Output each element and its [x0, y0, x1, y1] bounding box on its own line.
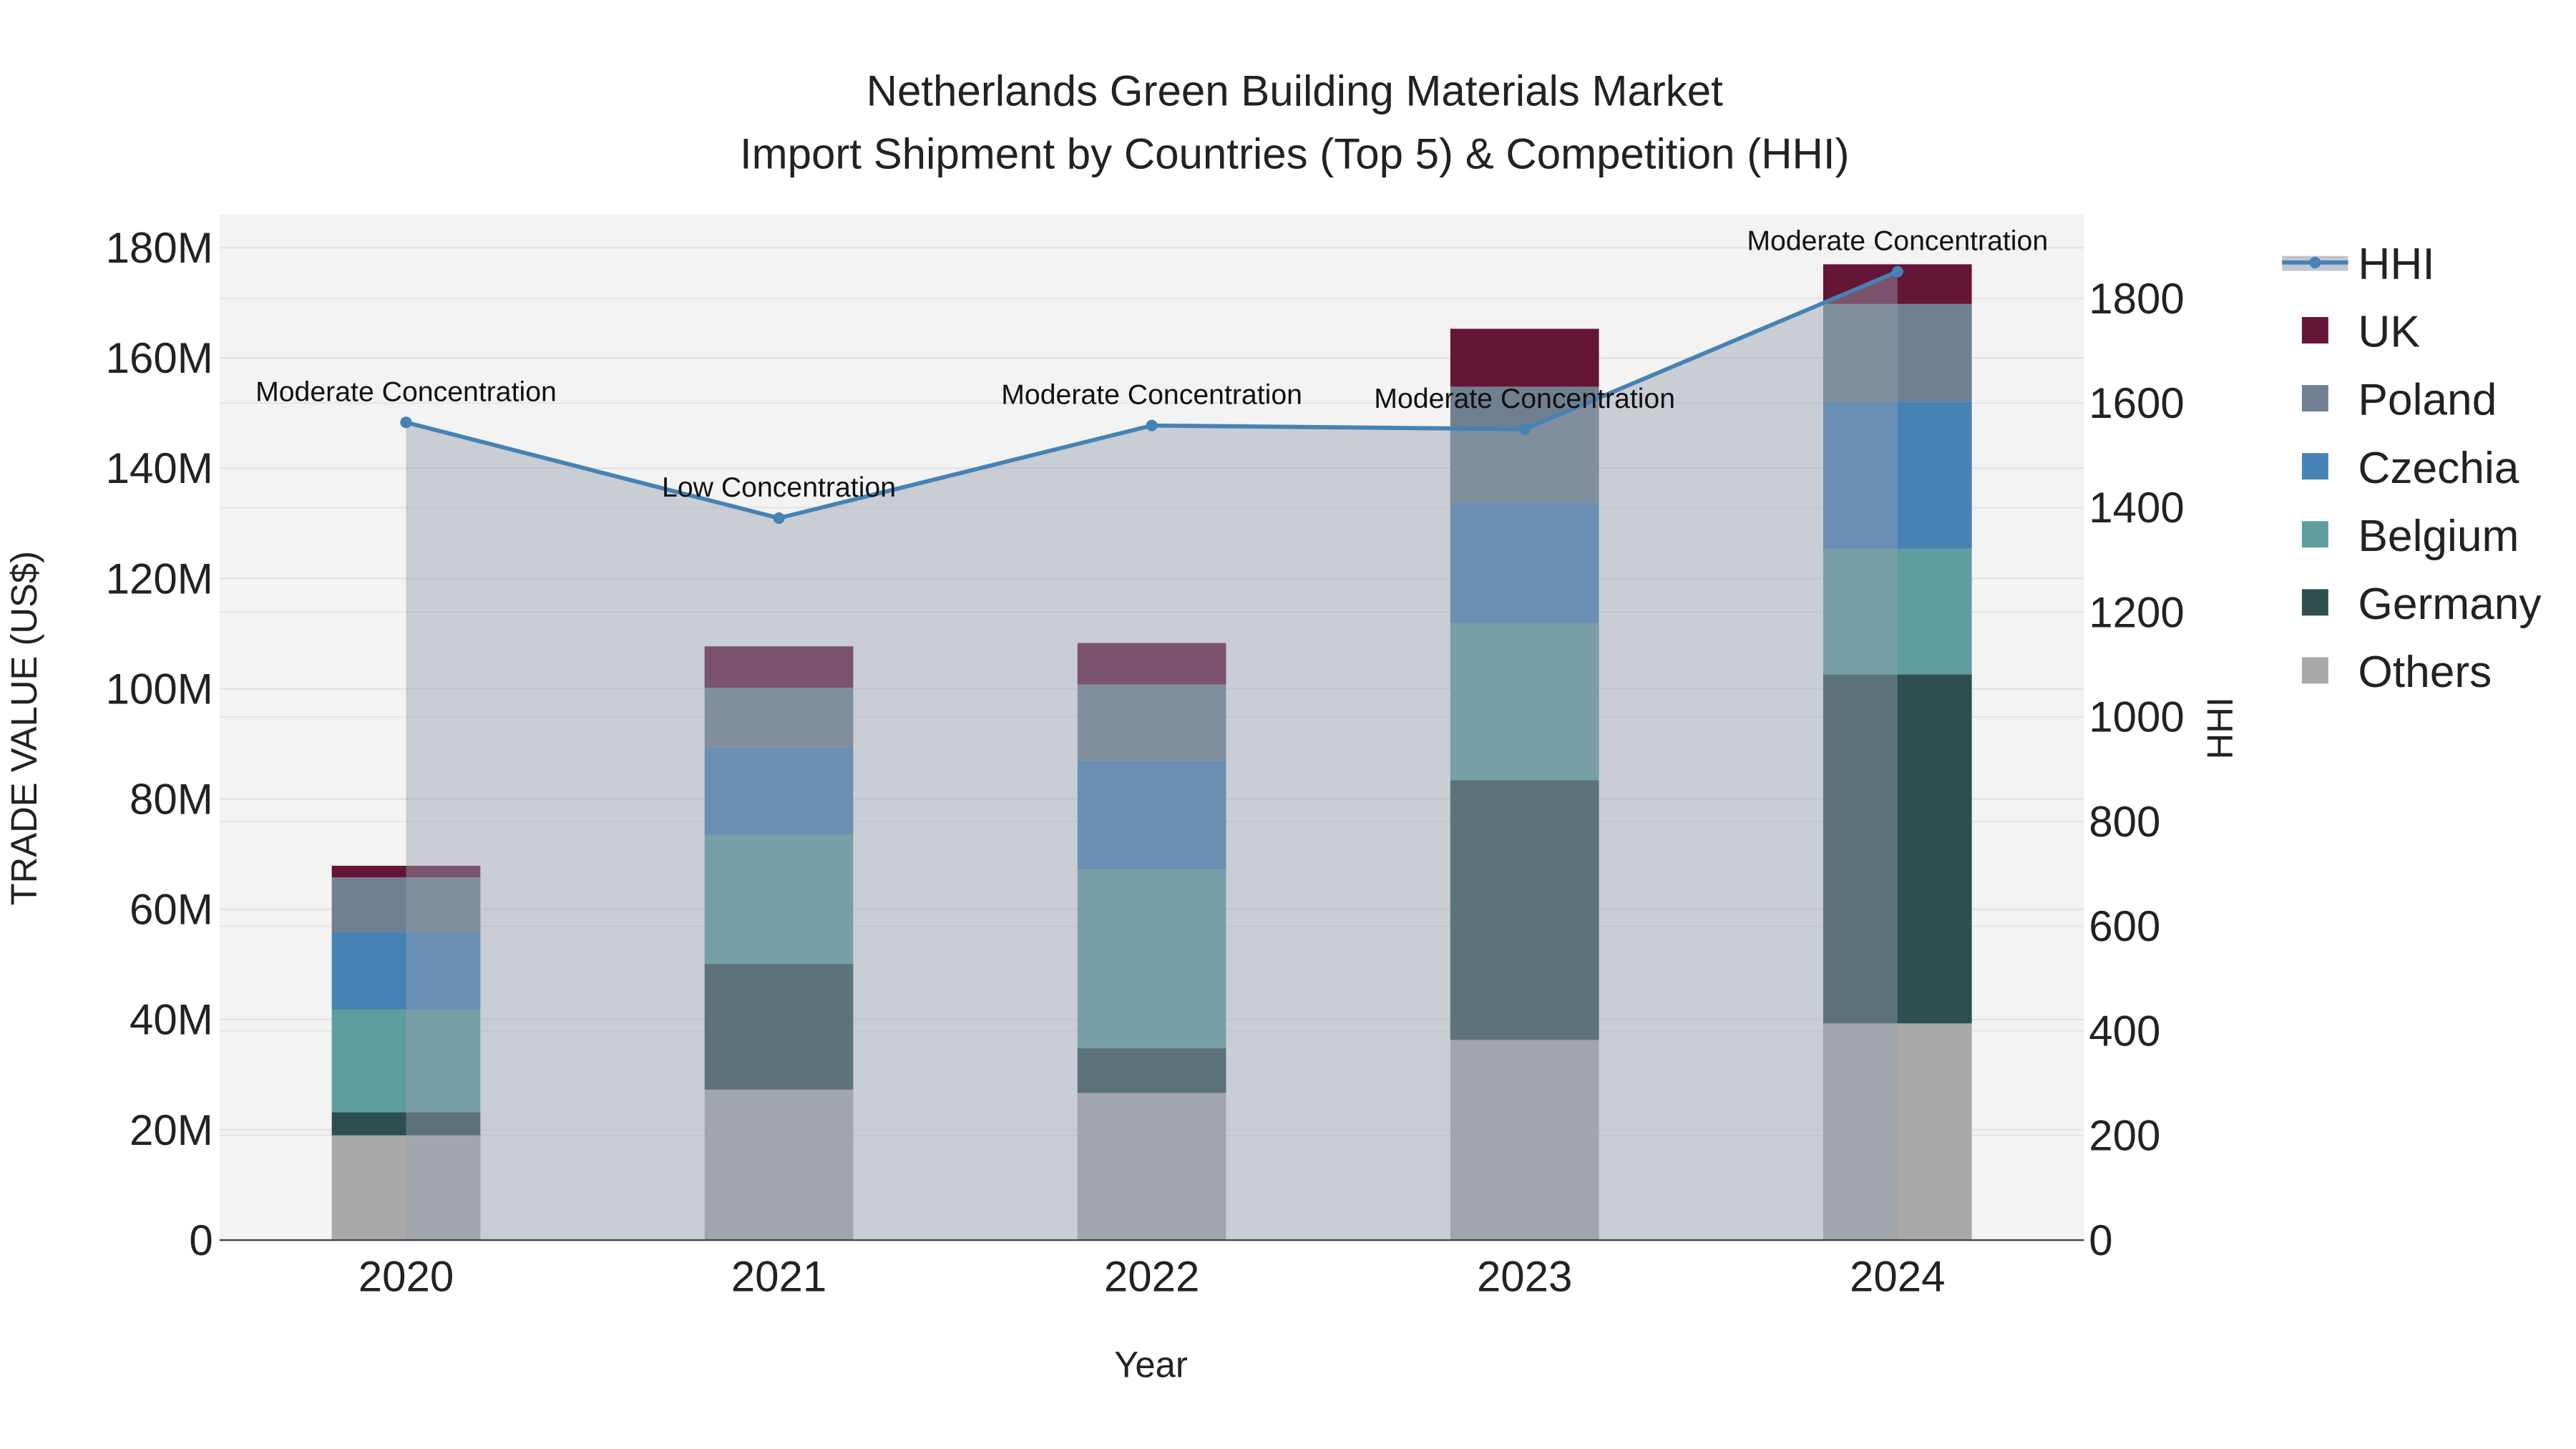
y2-axis-label: HHI: [2200, 697, 2240, 759]
x-tick-label: 2021: [731, 1253, 826, 1301]
x-tick-label: 2020: [358, 1253, 454, 1301]
x-tick-label: 2022: [1104, 1253, 1199, 1301]
y-tick-label: 20M: [130, 1106, 213, 1154]
y-tick-label: 160M: [106, 334, 213, 382]
y2-tick-label: 600: [2089, 902, 2160, 950]
y2-tick-label: 800: [2089, 798, 2160, 846]
y2-tick-label: 1400: [2089, 484, 2184, 532]
x-tick-label: 2023: [1477, 1253, 1572, 1301]
legend-swatch-czechia: [2301, 453, 2328, 480]
hhi-point: [1891, 265, 1903, 278]
y-tick-label: 60M: [130, 886, 213, 934]
y2-tick-label: 1600: [2089, 379, 2184, 427]
legend-label: Others: [2358, 648, 2492, 697]
y-tick-label: 140M: [106, 444, 213, 492]
legend: HHI UK Poland Czechia Belgium Germany Others: [2282, 240, 2542, 697]
legend-swatch-belgium: [2301, 521, 2328, 548]
x-axis-label: Year: [1114, 1345, 1188, 1385]
hhi-point: [400, 416, 412, 429]
legend-label: Poland: [2358, 376, 2497, 425]
y2-tick-label: 400: [2089, 1007, 2160, 1055]
hhi-annotation: Moderate Concentration: [1747, 225, 2048, 257]
bar-uk-2023: [1450, 328, 1599, 387]
hhi-point: [1518, 423, 1531, 435]
y2-tick-label: 0: [2089, 1216, 2112, 1264]
y-tick-label: 80M: [130, 775, 213, 823]
hhi-annotation: Moderate Concentration: [1374, 383, 1675, 414]
y-tick-label: 120M: [106, 555, 213, 602]
y-axis-ticks: 0 20M 40M 60M 80M 100M 120M 140M 160M 180M: [106, 224, 213, 1264]
y-tick-label: 0: [189, 1216, 213, 1264]
legend-label: Belgium: [2358, 512, 2519, 561]
legend-swatch-poland: [2301, 385, 2328, 412]
legend-swatch-uk: [2301, 317, 2328, 343]
y2-tick-label: 1800: [2089, 275, 2184, 323]
legend-label: Germany: [2358, 580, 2542, 629]
y2-tick-label: 200: [2089, 1112, 2160, 1160]
x-tick-label: 2024: [1850, 1253, 1945, 1301]
legend-label: UK: [2358, 308, 2420, 357]
x-axis-ticks: 2020 2021 2022 2023 2024: [358, 1253, 1946, 1301]
y-tick-label: 100M: [106, 665, 213, 713]
legend-swatch-others: [2301, 657, 2328, 684]
chart: Netherlands Green Building Materials Mar…: [4, 67, 2542, 1385]
y-axis-label: TRADE VALUE (US$): [4, 551, 44, 905]
chart-title: Netherlands Green Building Materials Mar…: [867, 67, 1724, 115]
hhi-point: [773, 512, 785, 525]
hhi-point: [1146, 419, 1158, 431]
hhi-annotation: Moderate Concentration: [255, 376, 557, 407]
chart-subtitle: Import Shipment by Countries (Top 5) & C…: [740, 130, 1850, 177]
y-tick-label: 180M: [106, 224, 213, 272]
legend-swatch-germany: [2301, 589, 2328, 616]
legend-hhi-marker-icon: [2309, 256, 2321, 268]
hhi-annotation: Moderate Concentration: [1001, 379, 1302, 411]
hhi-annotation: Low Concentration: [662, 472, 896, 503]
y2-tick-label: 1000: [2089, 693, 2184, 741]
y-tick-label: 40M: [130, 996, 213, 1044]
y2-axis-ticks: 0 200 400 600 800 1000 1200 1400 1600 1800: [2089, 275, 2184, 1264]
legend-label: Czechia: [2358, 444, 2519, 493]
legend-label: HHI: [2358, 240, 2434, 289]
y2-tick-label: 1200: [2089, 588, 2184, 636]
